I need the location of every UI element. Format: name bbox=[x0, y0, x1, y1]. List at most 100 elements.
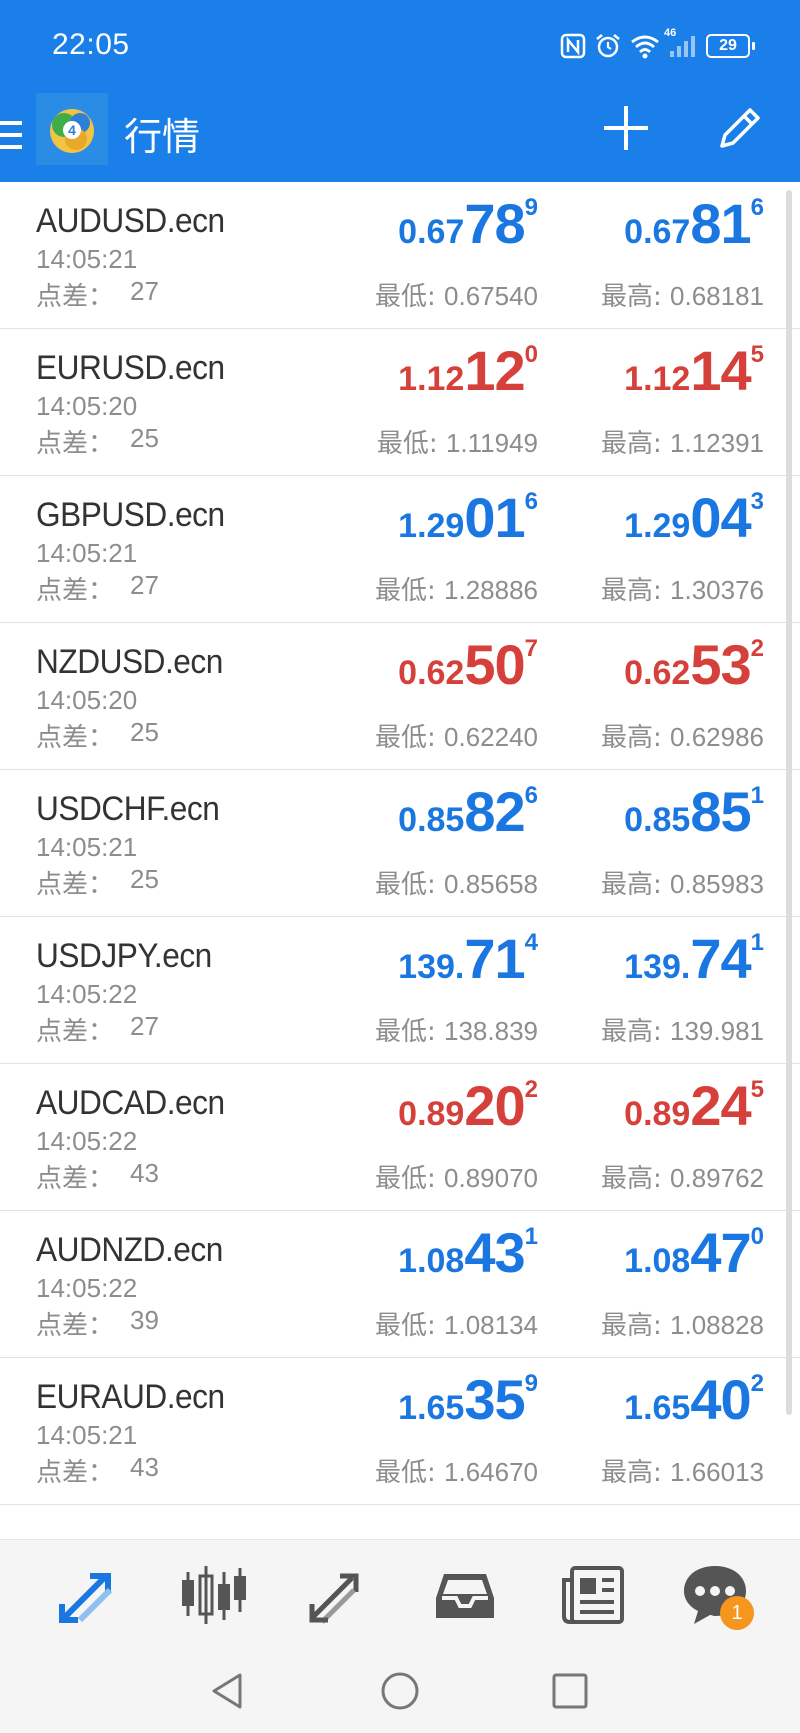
quote-row[interactable]: GBPUSD.ecn 14:05:21 点差： 27 1.29016 1.290… bbox=[0, 476, 800, 623]
ask-price: 1.65402 bbox=[624, 1372, 764, 1428]
quote-time: 14:05:22 bbox=[36, 1273, 138, 1303]
low-price: 最低: 0.67540 bbox=[375, 276, 538, 313]
scrollbar[interactable] bbox=[786, 190, 792, 1415]
bid-price-prefix: 139. bbox=[398, 948, 465, 986]
bid-price-fraction: 9 bbox=[524, 194, 538, 221]
quote-row[interactable]: AUDUSD.ecn 14:05:21 点差： 27 0.67789 0.678… bbox=[0, 182, 800, 329]
ask-price-fraction: 3 bbox=[750, 488, 764, 515]
bid-price: 0.89202 bbox=[398, 1078, 538, 1134]
quote-row[interactable]: USDJPY.ecn 14:05:22 点差： 27 139.714 139.7… bbox=[0, 917, 800, 1064]
symbol-name: GBPUSD.ecn bbox=[36, 496, 225, 534]
ask-price-prefix: 1.08 bbox=[624, 1242, 691, 1280]
home-icon[interactable] bbox=[378, 1669, 422, 1713]
ask-price-prefix: 0.67 bbox=[624, 213, 691, 251]
quotes-icon[interactable] bbox=[52, 1560, 122, 1630]
menu-icon[interactable] bbox=[0, 115, 24, 155]
ask-price: 1.29043 bbox=[624, 490, 764, 546]
trade-icon[interactable] bbox=[304, 1560, 374, 1630]
edit-icon[interactable] bbox=[712, 100, 768, 156]
messages-icon[interactable]: 1 bbox=[680, 1560, 754, 1630]
high-price: 最高: 0.68181 bbox=[601, 276, 764, 313]
bid-price-fraction: 7 bbox=[524, 635, 538, 662]
quote-row[interactable]: USDCHF.ecn 14:05:21 点差： 25 0.85826 0.858… bbox=[0, 770, 800, 917]
high-label: 最高: bbox=[600, 870, 671, 900]
low-value: 1.08134 bbox=[444, 1310, 538, 1340]
high-price: 最高: 139.981 bbox=[601, 1011, 764, 1048]
high-value: 0.68181 bbox=[670, 281, 764, 311]
back-icon[interactable] bbox=[206, 1669, 250, 1713]
ask-price-pips: 47 bbox=[690, 1221, 751, 1284]
bid-price: 139.714 bbox=[398, 931, 538, 987]
low-value: 0.67540 bbox=[444, 281, 538, 311]
high-price: 最高: 0.62986 bbox=[601, 717, 764, 754]
status-icons: 46 29 bbox=[560, 27, 755, 62]
bid-price: 1.12120 bbox=[398, 343, 538, 399]
low-label: 最低: bbox=[374, 1164, 445, 1194]
news-icon[interactable] bbox=[558, 1560, 628, 1630]
app-logo: 4 bbox=[36, 93, 108, 165]
recents-icon[interactable] bbox=[548, 1669, 592, 1713]
system-nav bbox=[0, 1649, 800, 1733]
bid-price-pips: 01 bbox=[464, 486, 525, 549]
high-value: 1.12391 bbox=[670, 428, 764, 458]
spread-label: 点差： bbox=[36, 429, 115, 459]
quote-time: 14:05:21 bbox=[36, 1420, 138, 1450]
history-icon[interactable] bbox=[430, 1560, 500, 1630]
high-price: 最高: 0.89762 bbox=[601, 1158, 764, 1195]
ask-price-pips: 81 bbox=[690, 192, 751, 255]
spread-value: 39 bbox=[130, 1305, 159, 1335]
symbol-name: USDJPY.ecn bbox=[36, 937, 212, 975]
bid-price-pips: 20 bbox=[464, 1074, 525, 1137]
high-value: 139.981 bbox=[670, 1016, 764, 1046]
high-value: 1.66013 bbox=[670, 1457, 764, 1487]
spread-label: 点差： bbox=[36, 282, 115, 312]
ask-price-pips: 53 bbox=[690, 633, 751, 696]
bid-price-fraction: 6 bbox=[524, 488, 538, 515]
bid-price: 0.85826 bbox=[398, 784, 538, 840]
low-price: 最低: 0.62240 bbox=[375, 717, 538, 754]
ask-price-fraction: 5 bbox=[750, 341, 764, 368]
ask-price-fraction: 1 bbox=[750, 929, 764, 956]
spread-value: 43 bbox=[130, 1452, 159, 1482]
battery-level: 29 bbox=[719, 37, 737, 54]
high-price: 最高: 0.85983 bbox=[601, 864, 764, 901]
spread-value: 43 bbox=[130, 1158, 159, 1188]
status-time: 22:05 bbox=[52, 28, 130, 61]
bid-price-pips: 82 bbox=[464, 780, 525, 843]
quote-time: 14:05:21 bbox=[36, 538, 138, 568]
quote-row[interactable]: NZDUSD.ecn 14:05:20 点差： 25 0.62507 0.625… bbox=[0, 623, 800, 770]
low-value: 0.62240 bbox=[444, 722, 538, 752]
high-value: 0.85983 bbox=[670, 869, 764, 899]
network-type: 46 bbox=[664, 27, 677, 39]
ask-price-prefix: 1.12 bbox=[624, 360, 691, 398]
spread-label: 点差： bbox=[36, 1164, 115, 1194]
high-value: 1.30376 bbox=[670, 575, 764, 605]
bottom-nav: 1 bbox=[0, 1539, 800, 1650]
quote-row[interactable]: EURAUD.ecn 14:05:21 点差： 43 1.65359 1.654… bbox=[0, 1358, 800, 1505]
bid-price-pips: 78 bbox=[464, 192, 525, 255]
page-title: 行情 bbox=[124, 115, 201, 159]
spread-label: 点差： bbox=[36, 1017, 115, 1047]
quote-row[interactable]: EURUSD.ecn 14:05:20 点差： 25 1.12120 1.121… bbox=[0, 329, 800, 476]
low-label: 最低: bbox=[374, 576, 445, 606]
add-icon[interactable] bbox=[598, 100, 654, 156]
chart-icon[interactable] bbox=[178, 1560, 248, 1630]
bid-price-fraction: 0 bbox=[524, 341, 538, 368]
spread-value: 27 bbox=[130, 570, 159, 600]
high-label: 最高: bbox=[600, 723, 671, 753]
bid-price-fraction: 2 bbox=[524, 1076, 538, 1103]
ask-price-pips: 14 bbox=[690, 339, 751, 402]
quote-time: 14:05:22 bbox=[36, 979, 138, 1009]
high-label: 最高: bbox=[600, 1164, 671, 1194]
bid-price-prefix: 0.62 bbox=[398, 654, 465, 692]
bid-price: 1.08431 bbox=[398, 1225, 538, 1281]
low-price: 最低: 0.89070 bbox=[375, 1158, 538, 1195]
ask-price-prefix: 0.89 bbox=[624, 1095, 691, 1133]
high-label: 最高: bbox=[600, 576, 671, 606]
low-label: 最低: bbox=[376, 429, 446, 459]
ask-price: 0.85851 bbox=[624, 784, 764, 840]
high-value: 1.08828 bbox=[670, 1310, 764, 1340]
quote-row[interactable]: AUDNZD.ecn 14:05:22 点差： 39 1.08431 1.084… bbox=[0, 1211, 800, 1358]
ask-price: 0.89245 bbox=[624, 1078, 764, 1134]
quote-row[interactable]: AUDCAD.ecn 14:05:22 点差： 43 0.89202 0.892… bbox=[0, 1064, 800, 1211]
